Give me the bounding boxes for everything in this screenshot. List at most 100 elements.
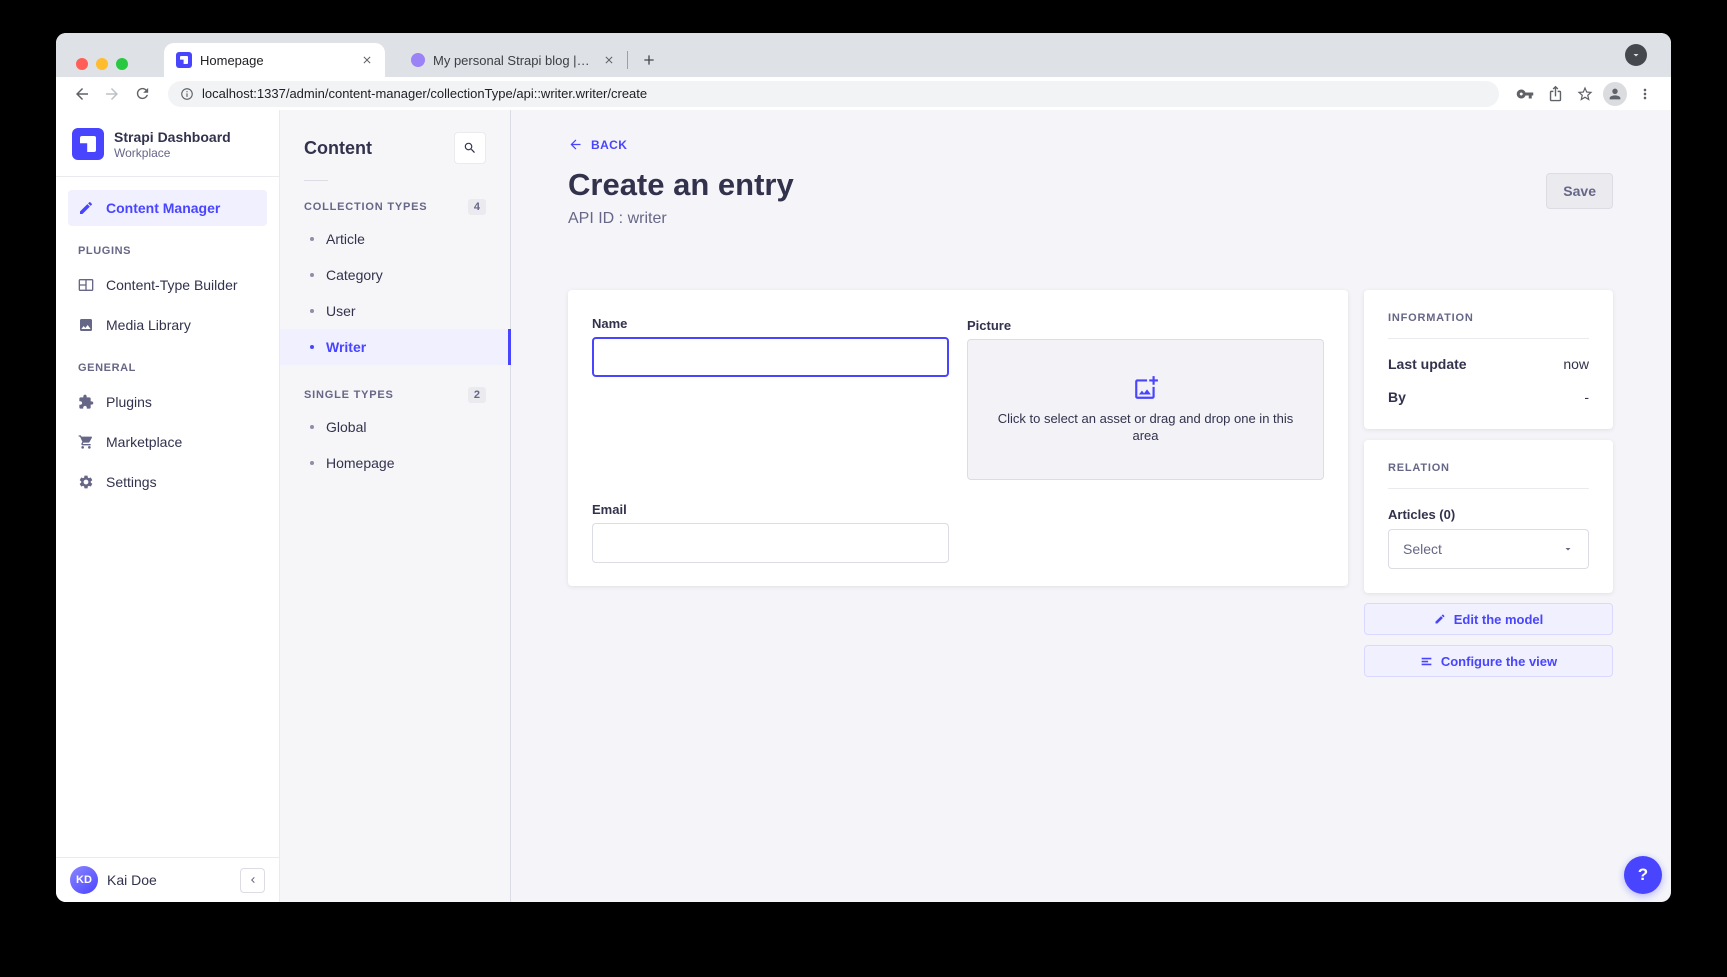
back-nav-icon[interactable] <box>70 82 94 106</box>
by-label: By <box>1388 389 1406 405</box>
browser-menu-icon[interactable] <box>1633 82 1657 106</box>
single-types-header: SINGLE TYPES 2 <box>280 387 510 403</box>
avatar: KD <box>70 866 98 894</box>
subnav-item-homepage[interactable]: Homepage <box>280 445 510 481</box>
upload-hint-text: Click to select an asset or drag and dro… <box>986 411 1306 445</box>
content-subnav: Content COLLECTION TYPES 4 Article Categ… <box>280 110 511 902</box>
browser-toolbar: localhost:1337/admin/content-manager/col… <box>56 77 1671 110</box>
sidebar-section-general: GENERAL <box>56 362 279 374</box>
url-bar[interactable]: localhost:1337/admin/content-manager/col… <box>168 81 1499 107</box>
sidebar-item-label: Settings <box>106 474 157 490</box>
picture-field-label: Picture <box>967 318 1324 333</box>
reload-icon[interactable] <box>130 82 154 106</box>
window-controls <box>76 58 128 70</box>
edit-model-label: Edit the model <box>1454 612 1544 627</box>
forward-nav-icon[interactable] <box>100 82 124 106</box>
maximize-window-button[interactable] <box>116 58 128 70</box>
sidebar-item-plugins[interactable]: Plugins <box>68 384 267 420</box>
chevron-down-icon <box>1562 543 1574 555</box>
information-panel: INFORMATION Last update now By - <box>1364 290 1613 429</box>
strapi-favicon <box>176 52 192 68</box>
subnav-item-user[interactable]: User <box>280 293 510 329</box>
blog-favicon <box>411 53 425 67</box>
app-name: Strapi Dashboard <box>114 129 231 145</box>
cart-icon <box>78 434 94 450</box>
bookmark-star-icon[interactable] <box>1573 82 1597 106</box>
collapse-sidebar-button[interactable] <box>240 868 265 893</box>
by-value: - <box>1584 389 1589 405</box>
browser-window: Homepage My personal Strapi blog | Strap <box>56 33 1671 902</box>
relation-title: RELATION <box>1388 462 1589 489</box>
sidebar-nav: Content Manager PLUGINS Content-Type Bui… <box>56 177 279 504</box>
pencil-icon <box>78 200 94 216</box>
workspace-switcher[interactable]: Strapi Dashboard Workplace <box>56 110 279 177</box>
site-info-icon[interactable] <box>180 87 194 101</box>
filter-lines-icon <box>1420 655 1433 668</box>
articles-select[interactable]: Select <box>1388 529 1589 569</box>
configure-view-button[interactable]: Configure the view <box>1364 645 1613 677</box>
last-update-row: Last update now <box>1388 356 1589 372</box>
sidebar-item-settings[interactable]: Settings <box>68 464 267 500</box>
name-input[interactable] <box>592 337 949 377</box>
single-types-count: 2 <box>468 387 486 403</box>
subnav-item-article[interactable]: Article <box>280 221 510 257</box>
sidebar-section-plugins: PLUGINS <box>56 245 279 257</box>
edit-model-button[interactable]: Edit the model <box>1364 603 1613 635</box>
bullet-icon <box>310 237 314 241</box>
bullet-icon <box>310 425 314 429</box>
url-text: localhost:1337/admin/content-manager/col… <box>202 86 647 101</box>
subnav-item-label: Global <box>326 419 366 435</box>
close-tab-icon[interactable] <box>359 52 375 68</box>
user-profile-row[interactable]: KD Kai Doe <box>56 857 279 902</box>
layout-icon <box>78 277 94 293</box>
sidebar-item-label: Media Library <box>106 317 191 333</box>
subnav-item-label: Homepage <box>326 455 395 471</box>
save-button[interactable]: Save <box>1546 173 1613 209</box>
password-key-icon[interactable] <box>1513 82 1537 106</box>
sidebar-item-content-manager[interactable]: Content Manager <box>68 190 267 226</box>
browser-profile-avatar[interactable] <box>1603 82 1627 106</box>
relation-panel: RELATION Articles (0) Select <box>1364 440 1613 593</box>
last-update-label: Last update <box>1388 356 1467 372</box>
add-image-icon <box>1133 375 1159 401</box>
back-link[interactable]: BACK <box>568 137 627 152</box>
sidebar-item-marketplace[interactable]: Marketplace <box>68 424 267 460</box>
main-content: BACK Create an entry API ID : writer Sav… <box>511 110 1671 902</box>
arrow-left-icon <box>568 137 583 152</box>
close-tab-icon[interactable] <box>601 52 617 68</box>
sidebar-item-label: Plugins <box>106 394 152 410</box>
bullet-icon <box>310 461 314 465</box>
pencil-icon <box>1434 613 1446 625</box>
bullet-icon <box>310 309 314 313</box>
subnav-item-global[interactable]: Global <box>280 409 510 445</box>
sidebar-item-media-library[interactable]: Media Library <box>68 307 267 343</box>
subnav-item-category[interactable]: Category <box>280 257 510 293</box>
entry-form-card: Name Picture Click to select an asset or… <box>568 290 1348 586</box>
search-button[interactable] <box>454 132 486 164</box>
email-input[interactable] <box>592 523 949 563</box>
help-button[interactable]: ? <box>1624 856 1662 894</box>
sidebar-item-content-type-builder[interactable]: Content-Type Builder <box>68 267 267 303</box>
minimize-window-button[interactable] <box>96 58 108 70</box>
information-title: INFORMATION <box>1388 312 1589 339</box>
tab-title: My personal Strapi blog | Strap <box>433 53 593 68</box>
tab-homepage[interactable]: Homepage <box>164 43 385 77</box>
tab-title: Homepage <box>200 53 351 68</box>
share-icon[interactable] <box>1543 82 1567 106</box>
subnav-item-label: User <box>326 303 356 319</box>
api-id-subtitle: API ID : writer <box>568 210 1671 228</box>
new-tab-button[interactable] <box>636 47 662 73</box>
select-placeholder: Select <box>1403 541 1442 557</box>
picture-upload-dropzone[interactable]: Click to select an asset or drag and dro… <box>967 339 1324 480</box>
tab-search-button[interactable] <box>1625 44 1647 66</box>
subnav-item-label: Article <box>326 231 365 247</box>
workspace-name: Workplace <box>114 146 231 160</box>
configure-view-label: Configure the view <box>1441 654 1557 669</box>
tab-strapi-blog[interactable]: My personal Strapi blog | Strap <box>399 43 627 77</box>
close-window-button[interactable] <box>76 58 88 70</box>
chevron-left-icon <box>247 874 259 886</box>
divider <box>304 180 328 181</box>
sidebar-item-label: Content-Type Builder <box>106 277 238 293</box>
back-label: BACK <box>591 138 627 152</box>
subnav-item-writer[interactable]: Writer <box>280 329 510 365</box>
